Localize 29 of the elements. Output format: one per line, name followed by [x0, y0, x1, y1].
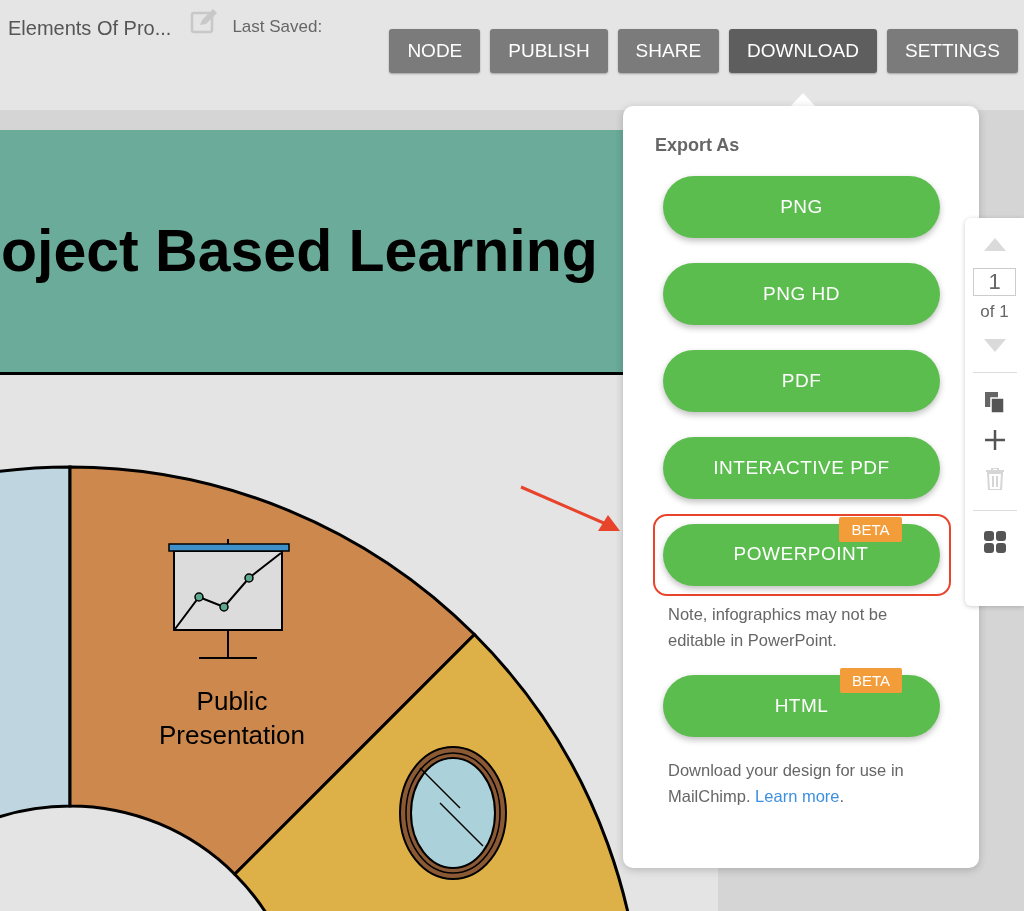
page-up-icon[interactable]	[983, 238, 1006, 251]
segment-label: Public Presentation	[158, 685, 306, 752]
export-option-button[interactable]: PNG HD	[663, 263, 940, 325]
export-option-button[interactable]: PNG	[663, 176, 940, 238]
last-saved-label: Last Saved:	[232, 16, 323, 38]
document-title[interactable]: Elements Of Pro...	[8, 13, 172, 43]
infographic-title: oject Based Learning	[1, 216, 598, 286]
learn-more-link[interactable]: Learn more	[755, 787, 840, 805]
duplicate-icon[interactable]	[984, 391, 1005, 414]
edit-icon[interactable]	[190, 8, 219, 34]
export-note: Note, infographics may not be editable in PowerPoint.	[668, 604, 889, 651]
toolbar-tab[interactable]: DOWNLOAD	[729, 29, 877, 73]
page-down-icon[interactable]	[983, 338, 1006, 352]
page-number-field[interactable]: 1	[973, 268, 1016, 296]
page-count: of 1	[980, 301, 1009, 323]
export-note: Download your design for use in MailChimp. Learn more.	[668, 760, 905, 807]
toolbar-tab[interactable]: SETTINGS	[887, 29, 1018, 73]
export-heading: Export As	[655, 134, 741, 157]
add-icon[interactable]	[984, 429, 1005, 450]
presentation-board-icon	[168, 538, 290, 659]
beta-badge: BETA	[839, 516, 902, 542]
mirror-icon	[399, 746, 507, 880]
grid-icon[interactable]	[983, 530, 1006, 553]
export-option-button[interactable]: PDF	[663, 350, 940, 412]
beta-badge: BETA	[839, 668, 902, 693]
export-option-button[interactable]: INTERACTIVE PDF	[663, 437, 940, 499]
toolbar-tab[interactable]: SHARE	[617, 29, 720, 73]
toolbar-tab[interactable]: PUBLISH	[490, 29, 608, 73]
toolbar-tab[interactable]: NODE	[389, 29, 481, 73]
